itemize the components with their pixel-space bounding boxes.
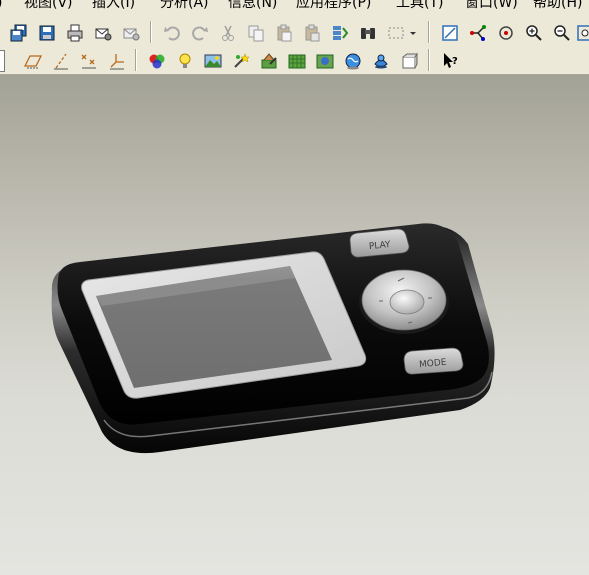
toolbar-separator <box>428 21 430 43</box>
menu-item-help[interactable]: 帮助(H) <box>533 0 582 10</box>
paste-icon[interactable] <box>273 22 295 44</box>
scene-icon[interactable] <box>202 50 224 72</box>
redo-icon[interactable] <box>189 22 211 44</box>
menu-item-partial[interactable]: ) <box>0 0 2 10</box>
model-viewport[interactable]: PLAY MODE <box>0 75 589 575</box>
dropdown-icon[interactable] <box>406 22 420 44</box>
control-wheel[interactable] <box>359 269 449 334</box>
globe-icon[interactable] <box>342 50 364 72</box>
svg-text:?: ? <box>452 56 458 67</box>
menu-item-tools[interactable]: 工具(T) <box>396 0 443 10</box>
toolbar-grip[interactable] <box>0 50 5 72</box>
spin-center-icon[interactable] <box>495 22 517 44</box>
copy-icon[interactable] <box>245 22 267 44</box>
coord-sys-icon[interactable] <box>106 50 128 72</box>
person-icon[interactable] <box>370 50 392 72</box>
render-region-icon[interactable] <box>314 50 336 72</box>
sketch-view-icon[interactable] <box>439 22 461 44</box>
menu-bar: ) 视图(V) 插入(I) 分析(A) 信息(N) 应用程序(P) 工具(T) … <box>0 0 589 18</box>
regenerate-icon[interactable] <box>329 22 351 44</box>
zoom-out-icon[interactable] <box>551 22 573 44</box>
light-icon[interactable] <box>174 50 196 72</box>
main-toolbar <box>0 18 589 46</box>
menu-item-info[interactable]: 信息(N) <box>228 0 277 10</box>
play-button[interactable]: PLAY <box>349 228 410 258</box>
datum-planes-icon[interactable] <box>22 50 44 72</box>
mode-button[interactable]: MODE <box>403 347 464 375</box>
toolbar-separator <box>135 49 137 71</box>
color-appearance-icon[interactable] <box>146 50 168 72</box>
toolbar-separator <box>150 21 152 43</box>
menu-item-window[interactable]: 窗口(W) <box>465 0 518 10</box>
menu-item-applications[interactable]: 应用程序(P) <box>296 0 371 10</box>
toolbar-separator <box>428 49 430 71</box>
send-mail-icon[interactable] <box>92 22 114 44</box>
send-mail-2-icon[interactable] <box>120 22 142 44</box>
effects-icon[interactable] <box>230 50 252 72</box>
undo-icon[interactable] <box>161 22 183 44</box>
datum-axes-icon[interactable] <box>50 50 72 72</box>
wheel-center-button[interactable] <box>389 289 425 315</box>
help-cursor-icon[interactable]: ? <box>439 50 461 72</box>
datum-points-icon[interactable] <box>78 50 100 72</box>
model-setup-icon[interactable] <box>258 50 280 72</box>
texture-icon[interactable] <box>286 50 308 72</box>
paste-special-icon[interactable] <box>301 22 323 44</box>
menu-item-view[interactable]: 视图(V) <box>24 0 73 10</box>
print-icon[interactable] <box>64 22 86 44</box>
menu-item-insert[interactable]: 插入(I) <box>92 0 135 10</box>
teapot-icon[interactable] <box>398 50 420 72</box>
find-icon[interactable] <box>357 22 379 44</box>
save-icon[interactable] <box>36 22 58 44</box>
zoom-in-icon[interactable] <box>523 22 545 44</box>
select-box-icon[interactable] <box>385 22 407 44</box>
orient-icon[interactable] <box>467 22 489 44</box>
refit-icon[interactable] <box>576 22 589 44</box>
cut-icon[interactable] <box>217 22 239 44</box>
menu-item-analysis[interactable]: 分析(A) <box>160 0 209 10</box>
view-toolbar: ? <box>0 46 589 75</box>
save-copy-icon[interactable] <box>8 22 30 44</box>
device-model: PLAY MODE <box>51 223 495 454</box>
